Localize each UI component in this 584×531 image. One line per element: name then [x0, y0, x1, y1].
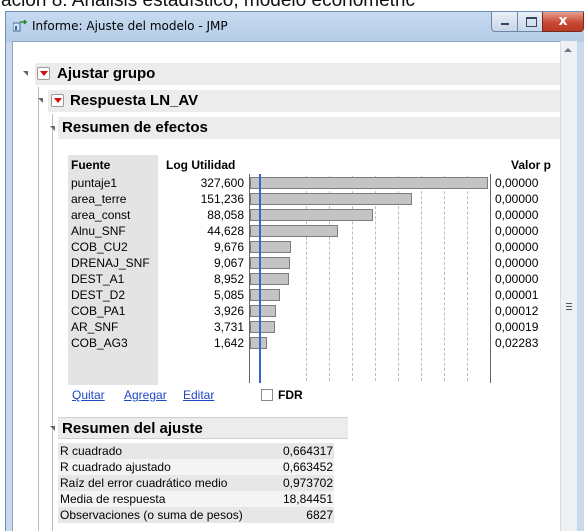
effect-pvalue: 0,00000 [495, 208, 539, 222]
fit-value: 0,664317 [282, 444, 333, 458]
collapse-triangle-icon[interactable] [23, 71, 28, 76]
effect-logworth: 8,952 [213, 272, 244, 286]
grid-line [467, 176, 468, 381]
effect-logworth: 88,058 [207, 208, 244, 222]
col-logworth-header: Log Utilidad [166, 158, 236, 172]
effect-logworth: 9,067 [213, 256, 244, 270]
fit-label: R cuadrado [60, 444, 123, 458]
col-source-header: Fuente [71, 158, 111, 172]
effect-logworth: 44,628 [207, 224, 244, 238]
logworth-bar [250, 193, 412, 205]
fit-label: R cuadrado ajustado [60, 460, 171, 474]
fit-value: 0,973702 [282, 476, 333, 490]
fit-value: 6827 [306, 508, 333, 522]
logworth-bar [250, 177, 488, 189]
grid-line [329, 176, 330, 381]
close-icon: x [558, 13, 568, 29]
scroll-grip-icon[interactable] [566, 303, 572, 310]
grid-line [421, 176, 422, 381]
effect-logworth: 3,926 [213, 304, 244, 318]
grid-line [352, 176, 353, 381]
effect-pvalue: 0,00000 [495, 256, 539, 270]
collapse-triangle-icon[interactable] [50, 426, 55, 431]
effect-source: Alnu_SNF [71, 224, 126, 238]
effect-logworth: 327,600 [200, 176, 244, 190]
add-link[interactable]: Agregar [124, 388, 167, 402]
section-header-fit[interactable]: Resumen del ajuste [58, 417, 348, 439]
effect-pvalue: 0,00000 [495, 272, 539, 286]
minimize-button[interactable] [491, 12, 518, 32]
logworth-bar [250, 321, 275, 333]
effect-pvalue: 0,00000 [495, 240, 539, 254]
logworth-bar [250, 225, 338, 237]
grid-line [398, 176, 399, 381]
logworth-bar [250, 273, 289, 285]
effect-pvalue: 0,00000 [495, 192, 539, 206]
fit-label: Observaciones (o suma de pesos) [60, 508, 243, 522]
close-button[interactable]: x [542, 12, 584, 32]
grid-line [444, 176, 445, 381]
fit-label: Raíz del error cuadrático medio [60, 476, 228, 490]
vertical-scrollbar[interactable] [560, 41, 577, 531]
effect-logworth: 151,236 [200, 192, 244, 206]
window-title: Informe: Ajuste del modelo - JMP [32, 19, 228, 33]
fdr-label: FDR [278, 388, 303, 402]
fit-value: 0,663452 [282, 460, 333, 474]
grid-line [375, 176, 376, 381]
effect-source: DRENAJ_SNF [71, 256, 150, 270]
effect-source: DEST_A1 [71, 272, 125, 286]
logworth-bar [250, 257, 290, 269]
effect-logworth: 1,642 [213, 336, 244, 350]
col-pvalue-header: Valor p [511, 158, 552, 172]
outline-guide-line [38, 87, 39, 531]
collapse-triangle-icon[interactable] [50, 126, 55, 131]
red-triangle-menu-icon[interactable] [37, 67, 50, 80]
effect-pvalue: 0,00001 [495, 288, 539, 302]
effect-source: puntaje1 [71, 176, 118, 190]
remove-link[interactable]: Quitar [72, 388, 105, 402]
grid-line [306, 176, 307, 381]
effect-pvalue: 0,02283 [495, 336, 539, 350]
effect-source: AR_SNF [71, 320, 119, 334]
jmp-report-icon [13, 20, 27, 32]
effect-logworth: 9,676 [213, 240, 244, 254]
effect-source: area_const [71, 208, 131, 222]
logworth-bar [250, 209, 373, 221]
collapse-triangle-icon[interactable] [38, 98, 43, 103]
maximize-button[interactable] [517, 12, 543, 32]
fit-value: 18,84451 [282, 492, 333, 506]
effect-logworth: 3,731 [213, 320, 244, 334]
edit-link[interactable]: Editar [183, 388, 214, 402]
effect-pvalue: 0,00000 [495, 224, 539, 238]
effect-source: area_terre [71, 192, 127, 206]
effect-source: COB_CU2 [71, 240, 128, 254]
effect-source: COB_PA1 [71, 304, 126, 318]
logworth-bar [250, 241, 291, 253]
outline-guide-line [52, 114, 53, 414]
effect-logworth: 5,085 [213, 288, 244, 302]
logworth-bar [250, 289, 280, 301]
effect-pvalue: 0,00012 [495, 304, 539, 318]
section-header-group[interactable]: Ajustar grupo [35, 63, 560, 85]
group-title: Ajustar grupo [57, 65, 156, 82]
outline-guide-line [52, 414, 53, 531]
response-title: Respuesta LN_AV [70, 92, 199, 109]
effect-source: COB_AG3 [71, 336, 128, 350]
effect-pvalue: 0,00019 [495, 320, 539, 334]
scroll-up-arrow-icon[interactable] [564, 48, 572, 52]
red-triangle-menu-icon[interactable] [51, 94, 64, 107]
section-header-effects[interactable]: Resumen de efectos [58, 117, 560, 139]
title-bar[interactable]: Informe: Ajuste del modelo - JMP x [6, 12, 584, 42]
effect-source: DEST_D2 [71, 288, 126, 302]
section-header-response[interactable]: Respuesta LN_AV [48, 90, 560, 112]
effect-pvalue: 0,00000 [495, 176, 539, 190]
logworth-bar [250, 305, 276, 317]
cropped-caption: ación 8: Análisis estadístico, modelo ec… [1, 0, 415, 11]
fit-label: Media de respuesta [60, 492, 166, 506]
reference-line [259, 174, 261, 383]
fdr-checkbox[interactable] [261, 389, 273, 401]
